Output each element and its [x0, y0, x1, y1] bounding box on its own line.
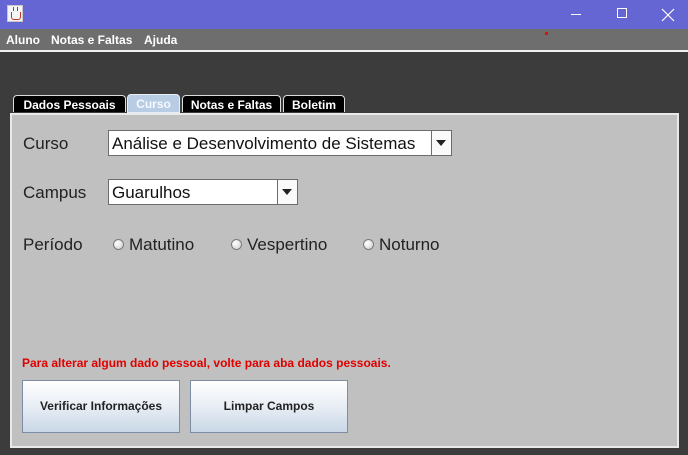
tab-curso[interactable]: Curso [127, 94, 180, 113]
maximize-icon [617, 8, 627, 18]
menu-notas-e-faltas[interactable]: Notas e Faltas [51, 33, 132, 47]
curso-dropdown-button[interactable] [431, 131, 451, 155]
radio-circle-icon[interactable] [231, 239, 242, 250]
campus-dropdown-button[interactable] [277, 180, 297, 204]
curso-selected-value: Análise e Desenvolvimento de Sistemas [112, 134, 416, 153]
red-dot-marker [545, 32, 548, 35]
radio-circle-icon[interactable] [113, 239, 124, 250]
chevron-down-icon [436, 140, 446, 146]
campus-combobox[interactable]: Guarulhos [108, 179, 298, 205]
radio-noturno-label[interactable]: Noturno [379, 235, 439, 255]
menu-aluno[interactable]: Aluno [6, 33, 40, 47]
radio-circle-icon[interactable] [363, 239, 374, 250]
close-icon [661, 8, 675, 22]
menu-bar: Aluno Notas e Faltas Ajuda [0, 29, 688, 52]
verificar-informacoes-button[interactable]: Verificar Informações [22, 380, 180, 433]
campus-selected-value: Guarulhos [112, 183, 191, 202]
campus-label: Campus [23, 183, 87, 202]
tab-notas-e-faltas[interactable]: Notas e Faltas [182, 95, 281, 112]
tab-boletim[interactable]: Boletim [283, 95, 345, 112]
minimize-button[interactable] [553, 0, 599, 29]
periodo-label: Período [23, 235, 83, 254]
close-button[interactable] [645, 0, 688, 29]
chevron-down-icon [282, 189, 292, 195]
minimize-icon [571, 14, 581, 15]
java-app-icon[interactable] [7, 5, 23, 22]
menu-ajuda[interactable]: Ajuda [144, 33, 177, 47]
limpar-campos-button[interactable]: Limpar Campos [190, 380, 348, 433]
radio-vespertino-label[interactable]: Vespertino [247, 235, 327, 255]
curso-tab-panel: Curso Análise e Desenvolvimento de Siste… [10, 113, 679, 448]
radio-matutino-label[interactable]: Matutino [129, 235, 194, 255]
tab-dados-pessoais[interactable]: Dados Pessoais [13, 95, 126, 112]
title-bar[interactable] [0, 0, 688, 29]
curso-combobox[interactable]: Análise e Desenvolvimento de Sistemas [108, 130, 452, 156]
warning-message: Para alterar algum dado pessoal, volte p… [22, 356, 391, 370]
curso-label: Curso [23, 134, 69, 153]
maximize-button[interactable] [599, 0, 645, 29]
